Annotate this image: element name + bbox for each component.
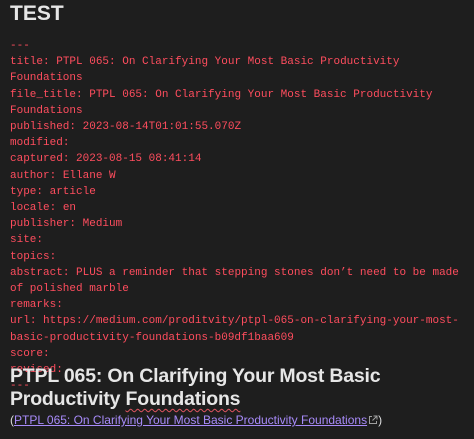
- frontmatter-field-remarks: remarks: [10, 297, 472, 313]
- frontmatter-field-type: typearticle: [10, 184, 472, 200]
- external-link-icon[interactable]: [368, 414, 378, 428]
- field-key: remarks: [10, 299, 63, 311]
- field-value: Ellane W: [62, 169, 116, 182]
- field-value: PLUS a reminder that stepping stones don…: [10, 266, 466, 296]
- field-key: published: [10, 121, 83, 133]
- frontmatter-field-file-title: file_titlePTPL 065: On Clarifying Your M…: [10, 87, 472, 119]
- source-line: (PTPL 065: On Clarifying Your Most Basic…: [10, 413, 382, 428]
- frontmatter-block[interactable]: --- titlePTPL 065: On Clarifying Your Mo…: [10, 38, 472, 394]
- frontmatter-open-delimiter: ---: [10, 40, 30, 52]
- source-link[interactable]: PTPL 065: On Clarifying Your Most Basic …: [14, 413, 367, 427]
- field-key: author: [10, 170, 63, 182]
- field-key: title: [10, 56, 56, 68]
- frontmatter-field-topics: topics: [10, 249, 472, 265]
- frontmatter-field-title: titlePTPL 065: On Clarifying Your Most B…: [10, 54, 472, 86]
- field-key: url: [10, 315, 43, 327]
- source-close-paren: ): [378, 413, 383, 427]
- article-heading: PTPL 065: On Clarifying Your Most Basic …: [10, 365, 474, 411]
- field-key: topics: [10, 251, 56, 263]
- field-key: locale: [10, 202, 63, 214]
- frontmatter-field-published: published2023-08-14T01:01:55.070Z: [10, 119, 472, 135]
- field-key: publisher: [10, 218, 83, 230]
- field-value: en: [62, 202, 77, 215]
- frontmatter-field-locale: localeen: [10, 200, 472, 216]
- field-key: type: [10, 186, 50, 198]
- field-key: modified: [10, 137, 69, 149]
- field-value: 2023-08-14T01:01:55.070Z: [82, 121, 242, 134]
- field-value: PTPL 065: On Clarifying Your Most Basic …: [10, 56, 407, 85]
- frontmatter-field-score: score: [10, 346, 472, 362]
- field-value: Medium: [82, 218, 123, 231]
- field-value: 2023-08-15 08:41:14: [76, 153, 202, 166]
- field-key: abstract: [10, 267, 76, 279]
- field-value: https://medium.com/proditvity/ptpl-065-o…: [10, 315, 459, 344]
- field-value: article: [49, 185, 96, 198]
- frontmatter-field-abstract: abstractPLUS a reminder that stepping st…: [10, 265, 472, 297]
- document-title: TEST: [10, 2, 64, 25]
- frontmatter-field-site: site: [10, 232, 472, 248]
- field-key: site: [10, 234, 43, 246]
- field-key: file_title: [10, 89, 89, 101]
- frontmatter-field-url: urlhttps://medium.com/proditvity/ptpl-06…: [10, 313, 472, 345]
- frontmatter-field-publisher: publisherMedium: [10, 216, 472, 232]
- frontmatter-field-modified: modified: [10, 135, 472, 151]
- frontmatter-field-captured: captured2023-08-15 08:41:14: [10, 151, 472, 167]
- field-key: score: [10, 348, 50, 360]
- frontmatter-field-author: authorEllane W: [10, 168, 472, 184]
- field-key: captured: [10, 153, 76, 165]
- heading-text-part-2: Foundations: [125, 388, 241, 410]
